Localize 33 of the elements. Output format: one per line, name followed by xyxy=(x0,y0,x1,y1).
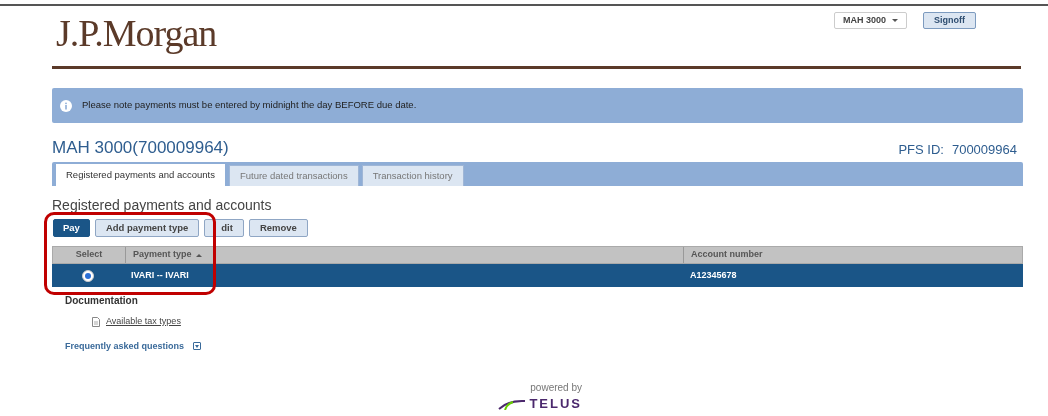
powered-by-text: powered by xyxy=(530,383,582,393)
tax-types-link[interactable]: Available tax types xyxy=(106,315,181,329)
account-dropdown[interactable]: MAH 3000 xyxy=(833,12,907,29)
column-header[interactable]: Select xyxy=(53,247,125,263)
signoff-button[interactable]: Signoff xyxy=(923,12,976,29)
swoosh-icon xyxy=(497,397,528,410)
table-row[interactable]: IVARI -- IVARI A12345678 xyxy=(52,264,1023,287)
account-title: MAH 3000(700009964) xyxy=(52,139,229,156)
tab[interactable]: Registered payments and accounts xyxy=(55,163,226,186)
caret-icon xyxy=(892,19,898,22)
brand-logo: TELUS xyxy=(529,397,582,410)
column-header[interactable]: Account number xyxy=(683,247,1022,263)
tab[interactable]: Future dated transactions xyxy=(228,165,359,186)
document-icon xyxy=(92,316,100,327)
action-button[interactable]: Add payment type xyxy=(94,219,200,237)
info-icon xyxy=(60,99,72,112)
action-button[interactable]: Pay xyxy=(53,219,90,237)
action-button[interactable]: dit xyxy=(204,219,244,237)
documentation-heading: Documentation xyxy=(65,296,139,306)
notice-text: Please note payments must be entered by midnight the day BEFORE due date. xyxy=(82,98,417,113)
table-cell-text: IVARI -- IVARI xyxy=(130,268,190,282)
pfs-value: 700009964 xyxy=(951,143,1017,156)
radio-button[interactable] xyxy=(82,269,94,282)
pfs-label: PFS ID: xyxy=(898,143,944,156)
action-button[interactable]: Remove xyxy=(248,219,308,237)
expand-icon[interactable] xyxy=(193,342,202,351)
section-title: Registered payments and accounts xyxy=(52,198,273,212)
sort-ascending-icon xyxy=(195,253,202,257)
tab[interactable]: Transaction history xyxy=(361,165,464,186)
logo: J.P.Morgan xyxy=(55,11,217,52)
table-cell-text: A12345678 xyxy=(689,268,738,282)
column-header[interactable]: Payment type xyxy=(125,247,683,263)
faq-link[interactable]: Frequently asked questions xyxy=(65,339,185,353)
